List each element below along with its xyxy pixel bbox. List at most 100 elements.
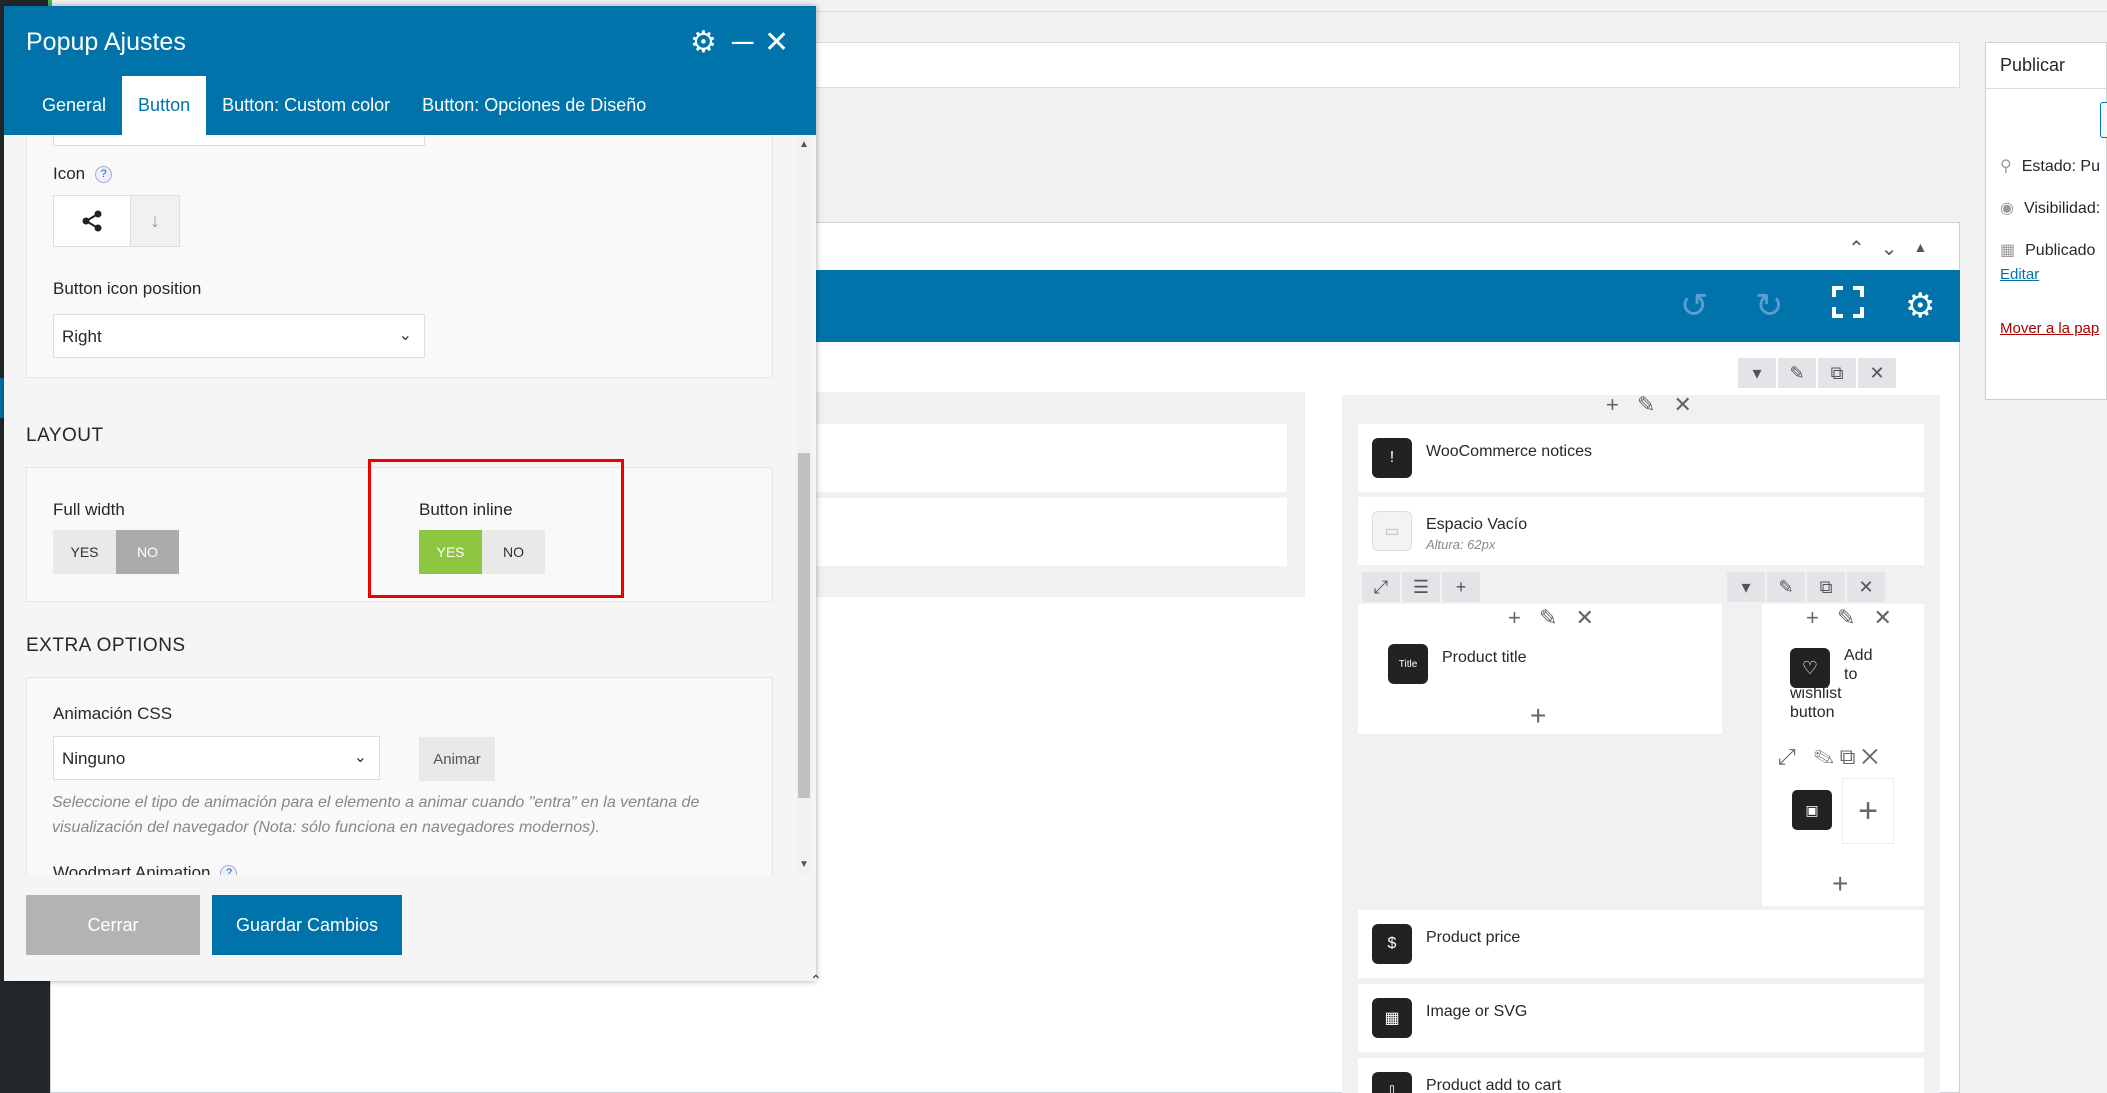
tab-button[interactable]: Button xyxy=(122,76,207,135)
nested-element-controls[interactable]: ⤢ ✎⧉✕ xyxy=(1778,744,1884,770)
status-row: ⚲ Estado: Pu xyxy=(2000,156,2100,176)
icon-position-select[interactable]: Right ⌄ xyxy=(53,314,425,358)
close-icon[interactable]: ✕ xyxy=(764,26,789,60)
settings-gear-icon[interactable]: ⚙ xyxy=(1905,286,1935,326)
move-to-trash-link[interactable]: Mover a la pap xyxy=(2000,320,2099,337)
preview-button[interactable] xyxy=(2100,102,2107,138)
save-changes-button[interactable]: Guardar Cambios xyxy=(212,895,402,955)
previous-field[interactable] xyxy=(53,135,425,146)
inner-row-edit-icon[interactable]: ✎ xyxy=(1767,572,1805,602)
title-icon: Title xyxy=(1388,644,1428,684)
published-label: Publicado xyxy=(2025,242,2096,259)
element-label: WooCommerce notices xyxy=(1426,443,1592,460)
icon-label: Icon? xyxy=(53,164,113,184)
publish-metabox xyxy=(1985,42,2107,400)
element-spacer[interactable]: ▭ Espacio Vacío Altura: 62px xyxy=(1358,497,1924,565)
share-icon[interactable] xyxy=(54,196,130,246)
inner-row-delete-icon[interactable]: ✕ xyxy=(1847,572,1885,602)
resize-caret-icon: ⌃ xyxy=(810,972,822,988)
metabox-controls: ⌃ ⌄ ▲ xyxy=(1848,236,1927,261)
tab-button-design-options[interactable]: Button: Opciones de Diseño xyxy=(406,76,662,135)
element-add-to-wishlist[interactable]: Add to wishlist button xyxy=(1790,646,1910,722)
admin-top-area xyxy=(810,0,2107,12)
icon-settings-panel: Icon? ↓ Button icon position Right ⌄ xyxy=(26,135,773,378)
add-element-icon[interactable]: + xyxy=(1530,700,1546,732)
element-product-add-to-cart[interactable]: ⇩ Product add to cart xyxy=(1358,1058,1924,1093)
inner-row-resize-icon[interactable]: ⤢ xyxy=(1362,572,1400,602)
tab-button-custom-color[interactable]: Button: Custom color xyxy=(206,76,406,135)
image-icon: ▦ xyxy=(1372,998,1412,1038)
spacer-icon: ▭ xyxy=(1372,511,1412,551)
chevron-down-icon: ⌄ xyxy=(398,327,412,344)
calendar-icon: ▦ xyxy=(2000,242,2016,259)
full-width-yes[interactable]: YES xyxy=(53,530,116,574)
collapse-icon[interactable]: ▲ xyxy=(1914,236,1928,261)
row-dropdown-icon[interactable]: ▾ xyxy=(1738,358,1776,388)
scroll-down-icon[interactable]: ▼ xyxy=(799,859,809,870)
inner-row-layout-icon[interactable]: ☰ xyxy=(1402,572,1440,602)
popup-body: Icon? ↓ Button icon position Right ⌄ LAY… xyxy=(4,135,816,875)
move-down-icon[interactable]: ⌄ xyxy=(1881,236,1898,261)
add-to-cart-icon: ⇩ xyxy=(1372,1072,1412,1093)
published-row: ▦ Publicado xyxy=(2000,240,2095,260)
element-label: Product price xyxy=(1426,929,1521,946)
popup-title: Popup Ajustes xyxy=(26,28,186,56)
wishlist-label-line: wishlist xyxy=(1790,685,1842,702)
element-image-svg[interactable]: ▦ Image or SVG xyxy=(1358,984,1924,1052)
wishlist-label-line: button xyxy=(1790,704,1835,721)
spacer-title: Espacio Vacío xyxy=(1426,516,1528,533)
icon-picker[interactable]: ↓ xyxy=(53,195,180,247)
popup-tabs: General Button Button: Custom color Butt… xyxy=(26,76,662,135)
element-product-price[interactable]: $ Product price xyxy=(1358,910,1924,978)
column-controls[interactable]: + ✎ ✕ xyxy=(1606,392,1698,418)
add-nested-element-icon[interactable]: + xyxy=(1842,778,1894,844)
inner-row-dropdown-icon[interactable]: ▾ xyxy=(1727,572,1765,602)
add-element-icon[interactable]: + xyxy=(1832,868,1848,900)
row-delete-icon[interactable]: ✕ xyxy=(1858,358,1896,388)
publish-title: Publicar xyxy=(2000,55,2066,75)
full-width-no[interactable]: NO xyxy=(116,530,179,574)
banner-icon: ▣ xyxy=(1792,790,1832,830)
scroll-up-icon[interactable]: ▲ xyxy=(799,139,809,150)
fullscreen-icon[interactable] xyxy=(1832,286,1864,327)
tab-general[interactable]: General xyxy=(26,76,122,135)
full-width-toggle[interactable]: YES NO xyxy=(53,530,179,574)
inner-row-clone-icon[interactable]: ⧉ xyxy=(1807,572,1845,602)
inner-row-add-icon[interactable]: + xyxy=(1442,572,1480,602)
builder-element[interactable] xyxy=(780,424,1287,492)
help-icon[interactable]: ? xyxy=(220,865,238,875)
css-animation-select[interactable]: Ninguno ⌄ xyxy=(53,736,380,780)
popup-gear-icon[interactable]: ⚙ xyxy=(690,26,717,60)
builder-element[interactable] xyxy=(780,498,1287,566)
element-label: Espacio Vacío Altura: 62px xyxy=(1426,515,1527,555)
row-clone-icon[interactable]: ⧉ xyxy=(1818,358,1856,388)
animate-button[interactable]: Animar xyxy=(419,737,495,781)
edit-date-link[interactable]: Editar xyxy=(2000,266,2039,283)
move-up-icon[interactable]: ⌃ xyxy=(1848,236,1865,261)
element-label: Product add to cart xyxy=(1426,1077,1562,1093)
publish-separator xyxy=(1986,88,2107,89)
help-icon[interactable]: ? xyxy=(95,166,113,184)
inner-column-controls[interactable]: + ✎ ✕ xyxy=(1508,605,1600,631)
visibility-row: ◉ Visibilidad: xyxy=(2000,198,2100,218)
redo-icon[interactable]: ↻ xyxy=(1755,286,1784,326)
status-label: Estado: Pu xyxy=(2021,158,2100,175)
woodmart-animation-label: Woodmart Animation? xyxy=(53,863,238,875)
popup-scrollbar[interactable]: ▲ ▼ xyxy=(796,135,812,875)
visibility-label: Visibilidad: xyxy=(2023,200,2101,217)
minimize-icon[interactable]: ─ xyxy=(732,26,753,60)
arrow-down-icon[interactable]: ↓ xyxy=(130,196,179,246)
close-button[interactable]: Cerrar xyxy=(26,895,200,955)
popup-footer: Cerrar Guardar Cambios xyxy=(4,875,816,981)
post-title-input[interactable] xyxy=(780,42,1960,88)
price-icon: $ xyxy=(1372,924,1412,964)
chevron-down-icon: ⌄ xyxy=(353,749,367,766)
row-edit-icon[interactable]: ✎ xyxy=(1778,358,1816,388)
element-product-title[interactable]: Title Product title xyxy=(1374,634,1694,694)
pin-icon: ⚲ xyxy=(2000,158,2012,175)
css-animation-value: Ninguno xyxy=(62,749,126,768)
element-woocommerce-notices[interactable]: ! WooCommerce notices xyxy=(1358,424,1924,492)
scrollbar-thumb[interactable] xyxy=(798,453,810,798)
undo-icon[interactable]: ↺ xyxy=(1680,286,1709,326)
inner-column-controls[interactable]: + ✎ ✕ xyxy=(1806,605,1898,631)
